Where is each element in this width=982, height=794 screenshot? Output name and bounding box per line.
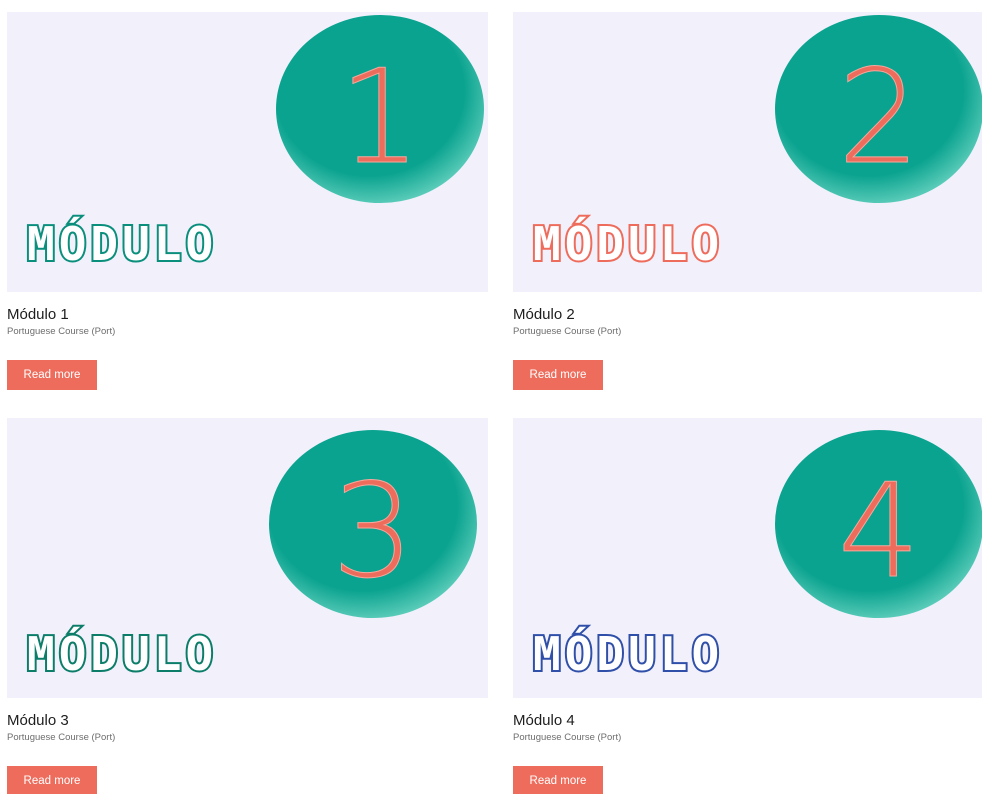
card-title[interactable]: Módulo 4	[513, 712, 982, 730]
read-more-button[interactable]: Read more	[7, 360, 97, 390]
course-thumbnail[interactable]: 1 MÓDULO	[7, 12, 488, 292]
read-more-button[interactable]: Read more	[7, 766, 97, 794]
module-banner: MÓDULO	[533, 627, 723, 681]
card-subtitle: Portuguese Course (Port)	[7, 732, 116, 743]
course-grid: 1 MÓDULO Módulo 1 Portuguese Course (Por…	[0, 0, 982, 794]
course-thumbnail[interactable]: 4 MÓDULO	[513, 418, 982, 698]
module-banner: MÓDULO	[27, 217, 217, 271]
card-subtitle: Portuguese Course (Port)	[513, 326, 622, 337]
card-title[interactable]: Módulo 1	[7, 306, 488, 324]
course-thumbnail[interactable]: 2 MÓDULO	[513, 12, 982, 292]
badge-number: 2	[838, 41, 921, 193]
badge-number: 3	[332, 455, 415, 607]
course-thumbnail[interactable]: 3 MÓDULO	[7, 418, 488, 698]
course-card: 4 MÓDULO Módulo 4 Portuguese Course (Por…	[513, 418, 982, 794]
card-title[interactable]: Módulo 3	[7, 712, 488, 730]
module-banner: MÓDULO	[533, 217, 723, 271]
card-subtitle: Portuguese Course (Port)	[513, 732, 622, 743]
course-card: 2 MÓDULO Módulo 2 Portuguese Course (Por…	[513, 12, 982, 390]
read-more-button[interactable]: Read more	[513, 360, 603, 390]
read-more-button[interactable]: Read more	[513, 766, 603, 794]
badge-number: 1	[339, 41, 422, 193]
module-banner: MÓDULO	[27, 627, 217, 681]
badge-number: 4	[838, 455, 921, 607]
card-subtitle: Portuguese Course (Port)	[7, 326, 116, 337]
card-title[interactable]: Módulo 2	[513, 306, 982, 324]
course-card: 1 MÓDULO Módulo 1 Portuguese Course (Por…	[7, 12, 488, 390]
course-card: 3 MÓDULO Módulo 3 Portuguese Course (Por…	[7, 418, 488, 794]
